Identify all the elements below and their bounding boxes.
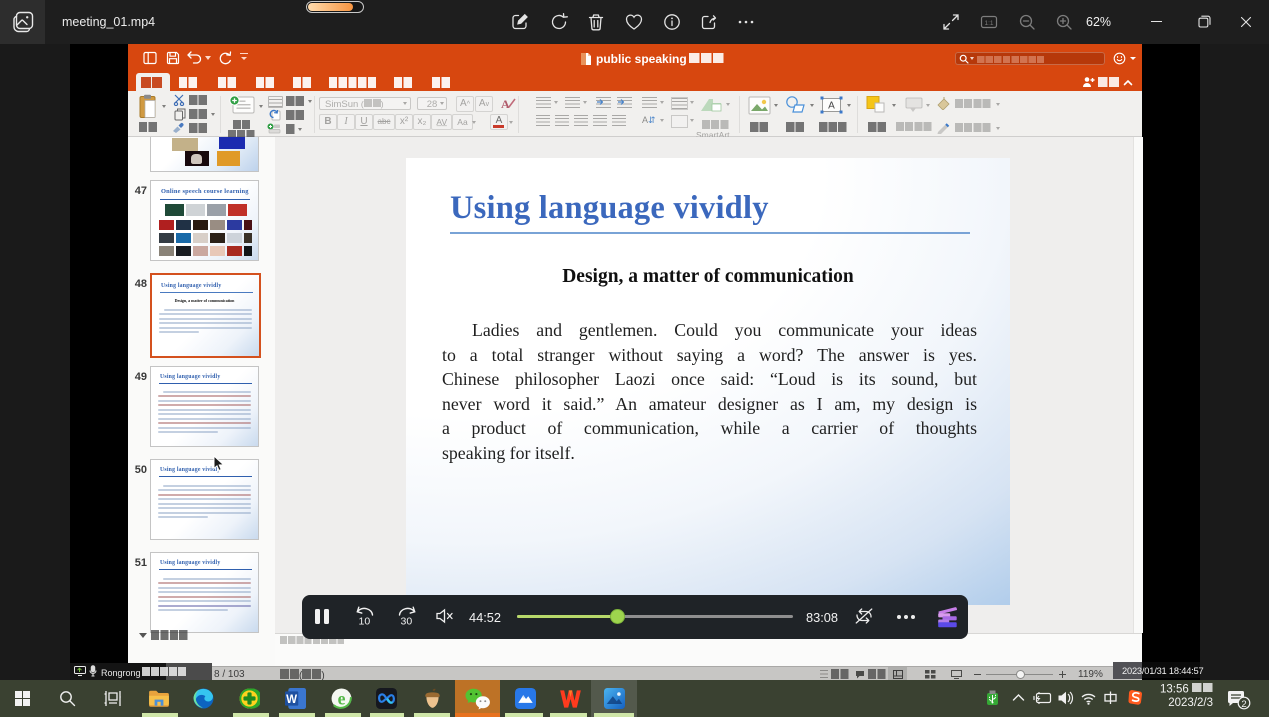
svg-text:1:1: 1:1: [984, 20, 993, 27]
svg-text:A: A: [828, 101, 835, 112]
svg-text:2: 2: [1241, 699, 1246, 710]
svg-text:W: W: [286, 693, 297, 706]
svg-text:A: A: [501, 97, 510, 111]
svg-text:30: 30: [401, 616, 413, 628]
svg-text:e: e: [338, 689, 346, 709]
svg-text:10: 10: [359, 616, 371, 628]
